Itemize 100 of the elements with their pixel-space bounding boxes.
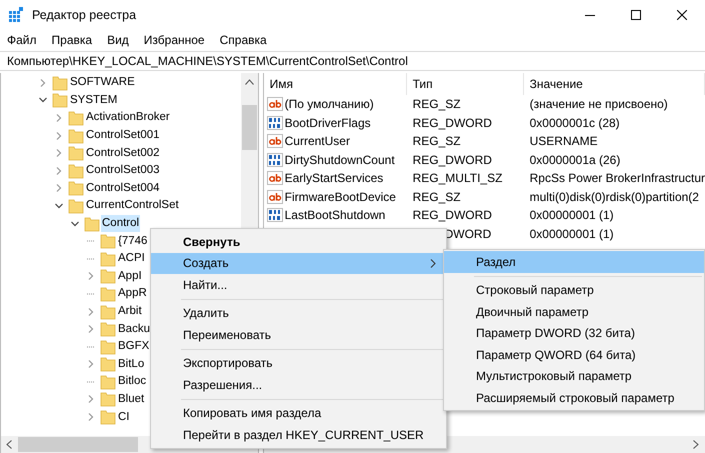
value-data: 0x0000001c (28) [528, 114, 620, 132]
binary-value-icon [266, 207, 283, 224]
folder-icon [100, 233, 116, 250]
menu-item[interactable]: Параметр DWORD (32 бита) [444, 322, 704, 344]
chevron-right-icon[interactable] [39, 78, 47, 87]
column-header[interactable]: Тип [406, 73, 524, 95]
tree-item[interactable]: ControlSet001 [85, 127, 161, 144]
chevron-right-icon[interactable] [55, 114, 63, 122]
value-name[interactable]: FirmwareBootDevice [284, 188, 396, 206]
value-name[interactable]: BootDriverFlags [284, 114, 371, 132]
tree-item[interactable]: BitLo [117, 356, 146, 373]
chevron-right-icon[interactable] [87, 325, 95, 334]
menu-item[interactable]: Найти... [151, 274, 446, 296]
tree-item[interactable]: Backu [117, 320, 151, 338]
chevron-right-icon[interactable] [87, 360, 95, 368]
chevron-right-icon[interactable] [87, 308, 95, 316]
close-icon [677, 10, 687, 20]
folder-icon [68, 162, 84, 179]
column-header[interactable]: Имя [264, 73, 407, 95]
menu-item[interactable]: Переименовать [151, 324, 446, 346]
chevron-right-icon[interactable] [55, 149, 63, 158]
tree-item[interactable]: ActivationBroker [85, 109, 171, 126]
value-name[interactable]: LastBootShutdown [284, 206, 386, 224]
tree-item[interactable]: Bluet [117, 390, 146, 408]
chevron-down-icon[interactable] [55, 202, 63, 210]
value-name[interactable]: DirtyShutdownCount [284, 150, 395, 169]
scrollbar-thumb[interactable] [18, 437, 138, 452]
menu-item[interactable]: Экспортировать [151, 352, 446, 374]
scroll-left-icon[interactable] [6, 440, 12, 449]
chevron-right-icon[interactable] [55, 184, 63, 192]
value-type: REG_SZ [412, 133, 462, 150]
value-type: REG_DWORD [412, 114, 493, 132]
folder-icon [100, 391, 116, 408]
tree-item[interactable]: ControlSet002 [85, 144, 161, 162]
tree-item[interactable]: ACPI [117, 250, 146, 268]
tree-item[interactable]: AppI [117, 268, 143, 285]
menu-item[interactable]: Разрешения... [151, 374, 446, 396]
menu-item[interactable]: Свернуть [151, 231, 446, 252]
value-data: 0x00000001 (1) [528, 207, 614, 224]
string-value-icon [266, 188, 283, 205]
tree-item[interactable]: Bitloc [117, 373, 148, 390]
tree-item[interactable]: ControlSet004 [85, 180, 161, 197]
menu-bar-item[interactable]: Файл [7, 31, 37, 49]
folder-icon [100, 268, 116, 284]
menu-item[interactable]: Мультистроковый параметр [444, 366, 704, 387]
folder-icon [52, 74, 68, 91]
column-header[interactable]: Значение [524, 73, 705, 95]
folder-icon [68, 110, 84, 126]
menu-item[interactable]: Перейти в раздел HKEY_CURRENT_USER [151, 424, 446, 446]
tree-item[interactable]: Control [101, 215, 140, 232]
menu-bar-item[interactable]: Вид [107, 31, 129, 49]
chevron-right-icon[interactable] [55, 166, 63, 175]
folder-icon [100, 338, 116, 355]
address-bar[interactable]: Компьютер\HKEY_LOCAL_MACHINE\SYSTEM\CurrentControlSet\Control [0, 51, 705, 71]
minimize-icon [585, 14, 595, 16]
value-data: 0x00000001 (1) [528, 226, 614, 243]
value-name[interactable]: (По умолчанию) [284, 95, 374, 114]
menu-item[interactable]: Строковый параметр [444, 280, 704, 301]
menu-item[interactable]: Копировать имя раздела [151, 402, 446, 424]
folder-icon [100, 250, 116, 267]
folder-icon [100, 409, 116, 426]
chevron-down-icon[interactable] [71, 220, 79, 228]
string-value-icon [266, 133, 283, 150]
folder-icon [68, 180, 84, 196]
chevron-down-icon[interactable] [39, 96, 47, 104]
tree-item[interactable]: AppR [117, 285, 148, 302]
value-name[interactable]: EarlyStartServices [284, 169, 384, 188]
menu-bar-item[interactable]: Правка [52, 31, 92, 49]
tree-item[interactable]: SOFTWARE [69, 74, 136, 92]
chevron-right-icon[interactable] [87, 395, 95, 404]
menu-item[interactable]: Расширяемый строковый параметр [444, 387, 704, 408]
value-data: RpcSs Power BrokerInfrastructur [528, 170, 705, 188]
menu-item[interactable]: Создать [151, 252, 446, 274]
tree-item[interactable]: {7746 [117, 232, 148, 250]
value-type: REG_SZ [412, 96, 462, 114]
folder-icon [52, 92, 68, 108]
chevron-right-icon[interactable] [87, 272, 95, 280]
tree-item[interactable]: ControlSet003 [85, 162, 161, 180]
folder-icon [100, 286, 116, 302]
scroll-right-icon[interactable] [693, 440, 699, 449]
menu-bar-item[interactable]: Избранное [144, 31, 205, 49]
tree-item[interactable]: CI [117, 408, 130, 426]
menu-item[interactable]: Раздел [444, 251, 704, 272]
folder-icon [100, 304, 116, 320]
menu-bar-item[interactable]: Справка [220, 31, 267, 49]
scrollbar-thumb[interactable] [242, 105, 257, 150]
value-type: REG_DWORD [412, 207, 493, 224]
value-name[interactable]: CurrentUser [284, 132, 350, 150]
menu-item[interactable]: Параметр QWORD (64 бита) [444, 344, 704, 366]
scroll-up-icon[interactable] [244, 79, 254, 85]
value-data: multi(0)disk(0)rdisk(0)partition(2 [528, 188, 699, 206]
value-data: USERNAME [528, 133, 598, 150]
tree-item[interactable]: Arbit [117, 303, 143, 320]
menu-item[interactable]: Двоичный параметр [444, 301, 704, 322]
tree-item[interactable]: CurrentControlSet [85, 197, 180, 214]
tree-item[interactable]: SYSTEM [69, 92, 118, 109]
chevron-right-icon[interactable] [55, 132, 63, 140]
menu-item[interactable]: Удалить [151, 302, 446, 324]
chevron-right-icon[interactable] [87, 413, 95, 422]
tree-item[interactable]: BGFX [117, 338, 150, 356]
